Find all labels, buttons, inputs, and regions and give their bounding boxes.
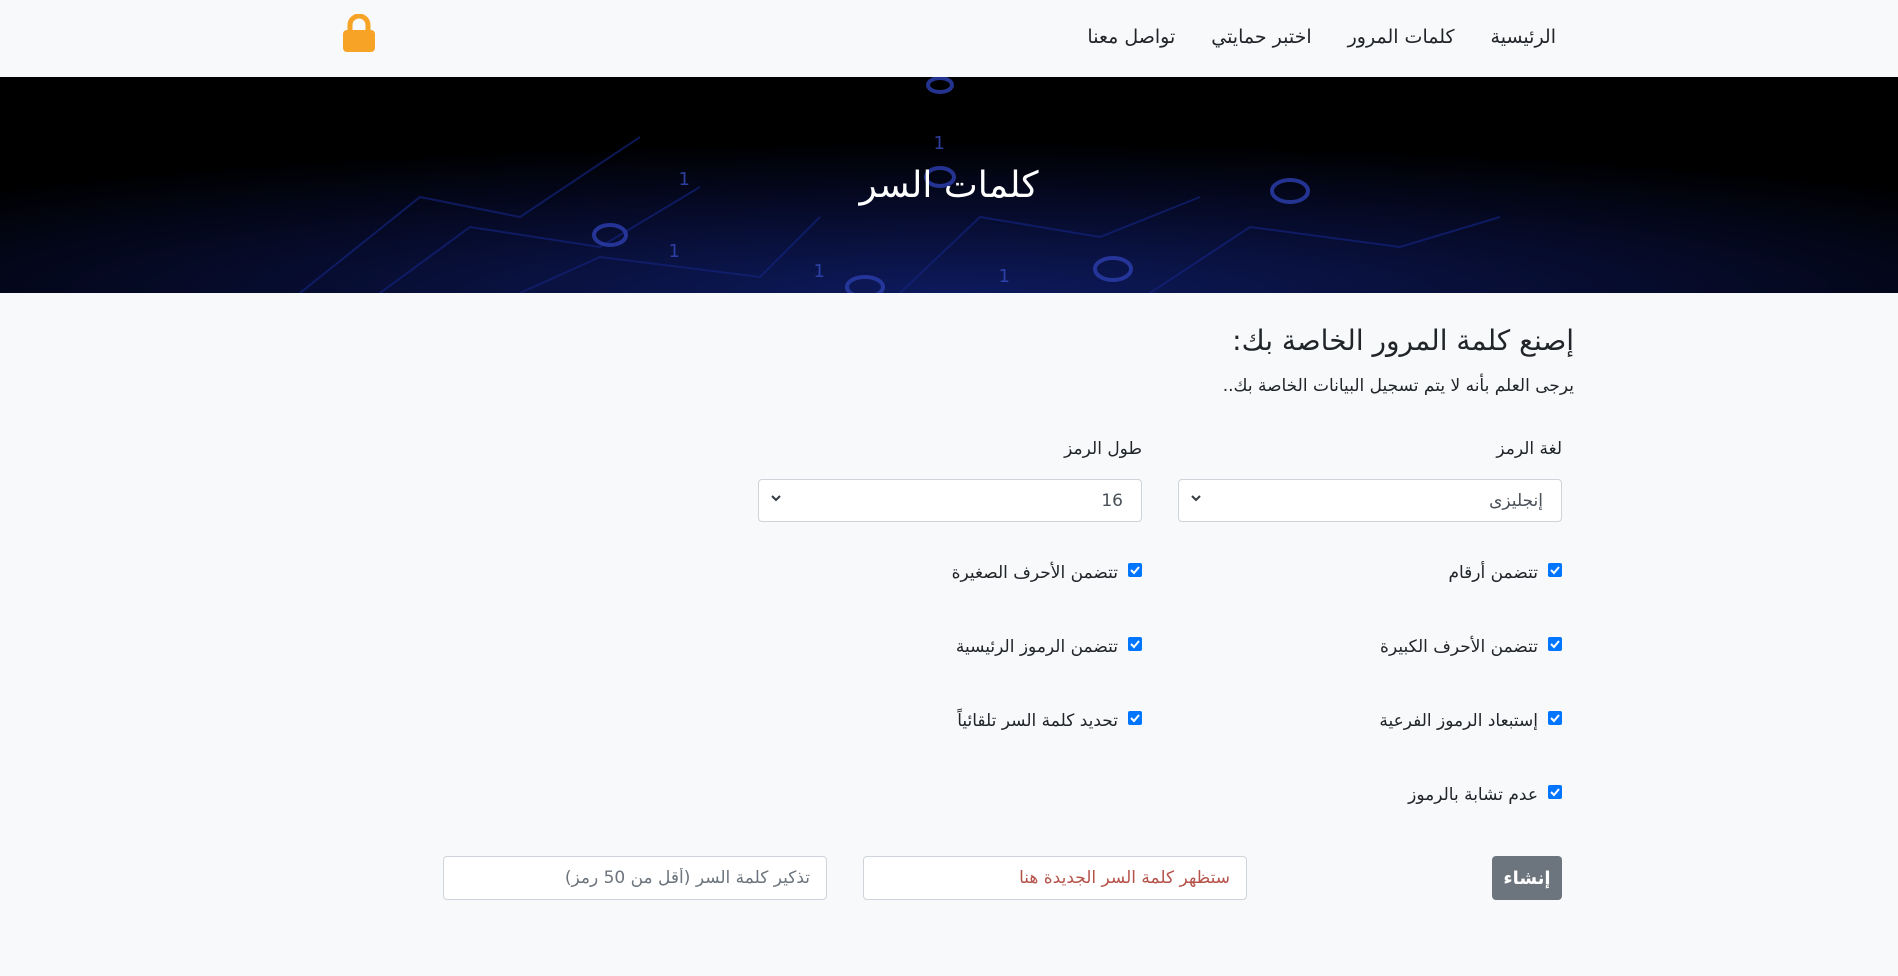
checkbox-include-uppercase[interactable]: [1548, 637, 1562, 651]
option-label: إستبعاد الرموز الفرعية: [1379, 711, 1538, 731]
option-include-uppercase[interactable]: تتضمن الأحرف الكبيرة: [1380, 637, 1562, 657]
language-label: لغة الرمز: [1496, 439, 1562, 459]
page-title: كلمات السر: [859, 164, 1039, 206]
hero-banner: 1 1 1 1 1 كلمات السر: [0, 77, 1898, 293]
option-include-lowercase[interactable]: تتضمن الأحرف الصغيرة: [952, 563, 1142, 583]
option-label: تتضمن الأحرف الصغيرة: [951, 563, 1118, 583]
option-include-numbers[interactable]: تتضمن أرقام: [1448, 563, 1562, 583]
top-navbar: الرئيسية كلمات المرور اختبر حمايتي تواصل…: [0, 0, 1898, 77]
option-label: تتضمن الرموز الرئيسية: [955, 637, 1118, 657]
checkbox-no-similar-chars[interactable]: [1548, 785, 1562, 799]
nav-link-home[interactable]: الرئيسية: [1491, 20, 1556, 54]
checkbox-include-main-symbols[interactable]: [1128, 637, 1142, 651]
language-select-value: إنجليزى: [1489, 491, 1543, 511]
generated-password-field[interactable]: [863, 856, 1247, 900]
length-label: طول الرمز: [1064, 439, 1142, 459]
nav-links: الرئيسية كلمات المرور اختبر حمايتي تواصل…: [1087, 20, 1556, 54]
option-label: عدم تشابة بالرموز: [1408, 785, 1538, 805]
length-select-value: 16: [1101, 491, 1123, 511]
option-label: تتضمن أرقام: [1448, 563, 1538, 583]
create-button[interactable]: إنشاء: [1492, 856, 1562, 900]
nav-link-passwords[interactable]: كلمات المرور: [1348, 20, 1455, 54]
nav-link-test-security[interactable]: اختبر حمايتي: [1211, 20, 1311, 54]
option-label: تتضمن الأحرف الكبيرة: [1380, 637, 1538, 657]
password-generator-form: إصنع كلمة المرور الخاصة بك: يرجى العلم ب…: [0, 293, 1898, 976]
checkbox-exclude-subsymbols[interactable]: [1548, 711, 1562, 725]
checkbox-auto-select-password[interactable]: [1128, 711, 1142, 725]
language-select[interactable]: إنجليزى: [1178, 479, 1562, 522]
option-exclude-subsymbols[interactable]: إستبعاد الرموز الفرعية: [1379, 711, 1562, 731]
option-include-main-symbols[interactable]: تتضمن الرموز الرئيسية: [956, 637, 1142, 657]
checkbox-include-lowercase[interactable]: [1128, 563, 1142, 577]
nav-link-contact[interactable]: تواصل معنا: [1087, 20, 1175, 54]
option-label: تحديد كلمة السر تلقائياً: [957, 711, 1118, 731]
option-auto-select-password[interactable]: تحديد كلمة السر تلقائياً: [957, 711, 1142, 731]
chevron-down-icon: [1191, 495, 1201, 502]
form-heading: إصنع كلمة المرور الخاصة بك:: [1232, 324, 1574, 357]
checkbox-include-numbers[interactable]: [1548, 563, 1562, 577]
length-select[interactable]: 16: [758, 479, 1142, 522]
option-no-similar-chars[interactable]: عدم تشابة بالرموز: [1408, 785, 1562, 805]
password-reminder-field[interactable]: [443, 856, 827, 900]
privacy-note: يرجى العلم بأنه لا يتم تسجيل البيانات ال…: [1222, 376, 1574, 396]
chevron-down-icon: [771, 495, 781, 502]
lock-icon[interactable]: [341, 13, 377, 54]
